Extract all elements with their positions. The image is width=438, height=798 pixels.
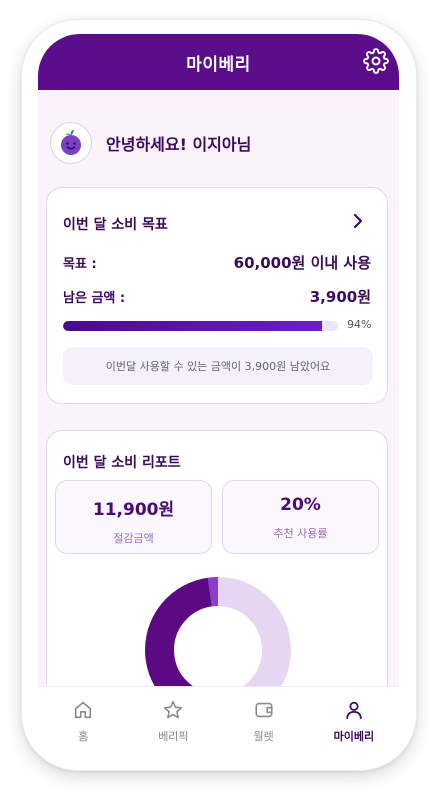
recommended-rate-value: 20% bbox=[280, 495, 321, 515]
star-icon bbox=[164, 700, 183, 719]
report-card-title: 이번 달 소비 리포트 bbox=[63, 455, 181, 471]
gear-icon[interactable] bbox=[363, 48, 389, 74]
tab-wallet-label: 월렛 bbox=[253, 730, 274, 743]
goal-remaining-row: 남은 금액 : 3,900원 bbox=[63, 286, 371, 307]
app-header: 마이베리 bbox=[38, 34, 399, 90]
tab-wallet[interactable]: 월렛 bbox=[219, 687, 309, 750]
greeting-text: 안녕하세요! 이지아님 bbox=[106, 135, 252, 154]
goal-progress-fill bbox=[63, 321, 322, 331]
saved-amount-stat: 11,900원 절감금액 bbox=[55, 480, 212, 554]
user-icon bbox=[346, 701, 362, 720]
goal-progress-bar bbox=[63, 321, 338, 331]
goal-progress-percent: 94% bbox=[347, 318, 372, 331]
tab-myberry[interactable]: 마이베리 bbox=[309, 687, 399, 750]
remaining-notice: 이번달 사용할 수 있는 금액이 3,900원 남았어요 bbox=[63, 347, 373, 385]
berry-mascot-icon bbox=[61, 129, 81, 155]
donut-segment-mid bbox=[207, 577, 219, 607]
page-title: 마이베리 bbox=[186, 54, 251, 75]
goal-target-row: 목표 : 60,000원 이내 사용 bbox=[63, 252, 371, 273]
saved-amount-caption: 절감금액 bbox=[113, 532, 154, 545]
app-screen: 마이베리 안녕하세요! 이지아님 이번 달 소비 목표 목표 : 60,000원 bbox=[38, 34, 399, 750]
tab-berrypick[interactable]: 베리픽 bbox=[128, 687, 218, 750]
recommended-rate-caption: 추천 사용률 bbox=[273, 527, 328, 540]
greeting-row: 안녕하세요! 이지아님 bbox=[50, 122, 251, 164]
bottom-tab-bar: 홈 베리픽 월렛 마이베리 bbox=[38, 686, 399, 750]
saved-amount-value: 11,900원 bbox=[92, 500, 175, 520]
tab-berrypick-label: 베리픽 bbox=[158, 730, 189, 743]
home-icon bbox=[75, 701, 92, 719]
tab-home-label: 홈 bbox=[78, 730, 89, 743]
chevron-right-icon[interactable] bbox=[351, 212, 365, 230]
goal-target-label: 목표 : bbox=[63, 257, 97, 272]
remaining-notice-text: 이번달 사용할 수 있는 금액이 3,900원 남았어요 bbox=[105, 360, 331, 373]
goal-remaining-label: 남은 금액 : bbox=[63, 291, 126, 306]
tab-myberry-label: 마이베리 bbox=[333, 730, 375, 743]
wallet-icon bbox=[255, 702, 273, 718]
goal-card-title: 이번 달 소비 목표 bbox=[63, 217, 168, 233]
goal-target-value: 60,000원 이내 사용 bbox=[233, 254, 371, 272]
tab-home[interactable]: 홈 bbox=[38, 687, 128, 750]
spending-goal-card[interactable]: 이번 달 소비 목표 목표 : 60,000원 이내 사용 남은 금액 : 3,… bbox=[46, 187, 388, 404]
goal-remaining-value: 3,900원 bbox=[309, 288, 371, 306]
avatar[interactable] bbox=[50, 122, 92, 164]
recommended-rate-stat: 20% 추천 사용률 bbox=[222, 480, 379, 554]
